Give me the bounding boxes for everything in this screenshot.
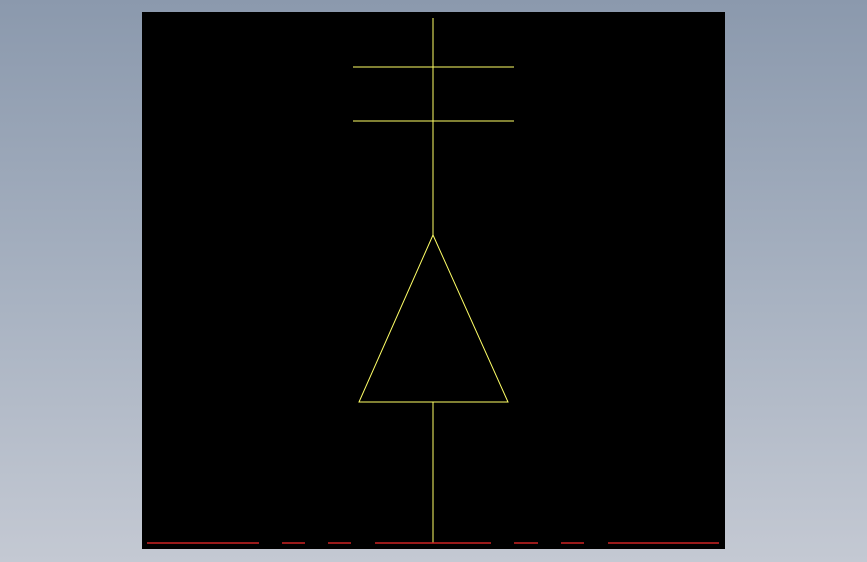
cad-drawing-canvas xyxy=(147,18,719,544)
cad-drawing-viewport[interactable] xyxy=(142,12,725,549)
triangle-symbol xyxy=(358,233,509,403)
